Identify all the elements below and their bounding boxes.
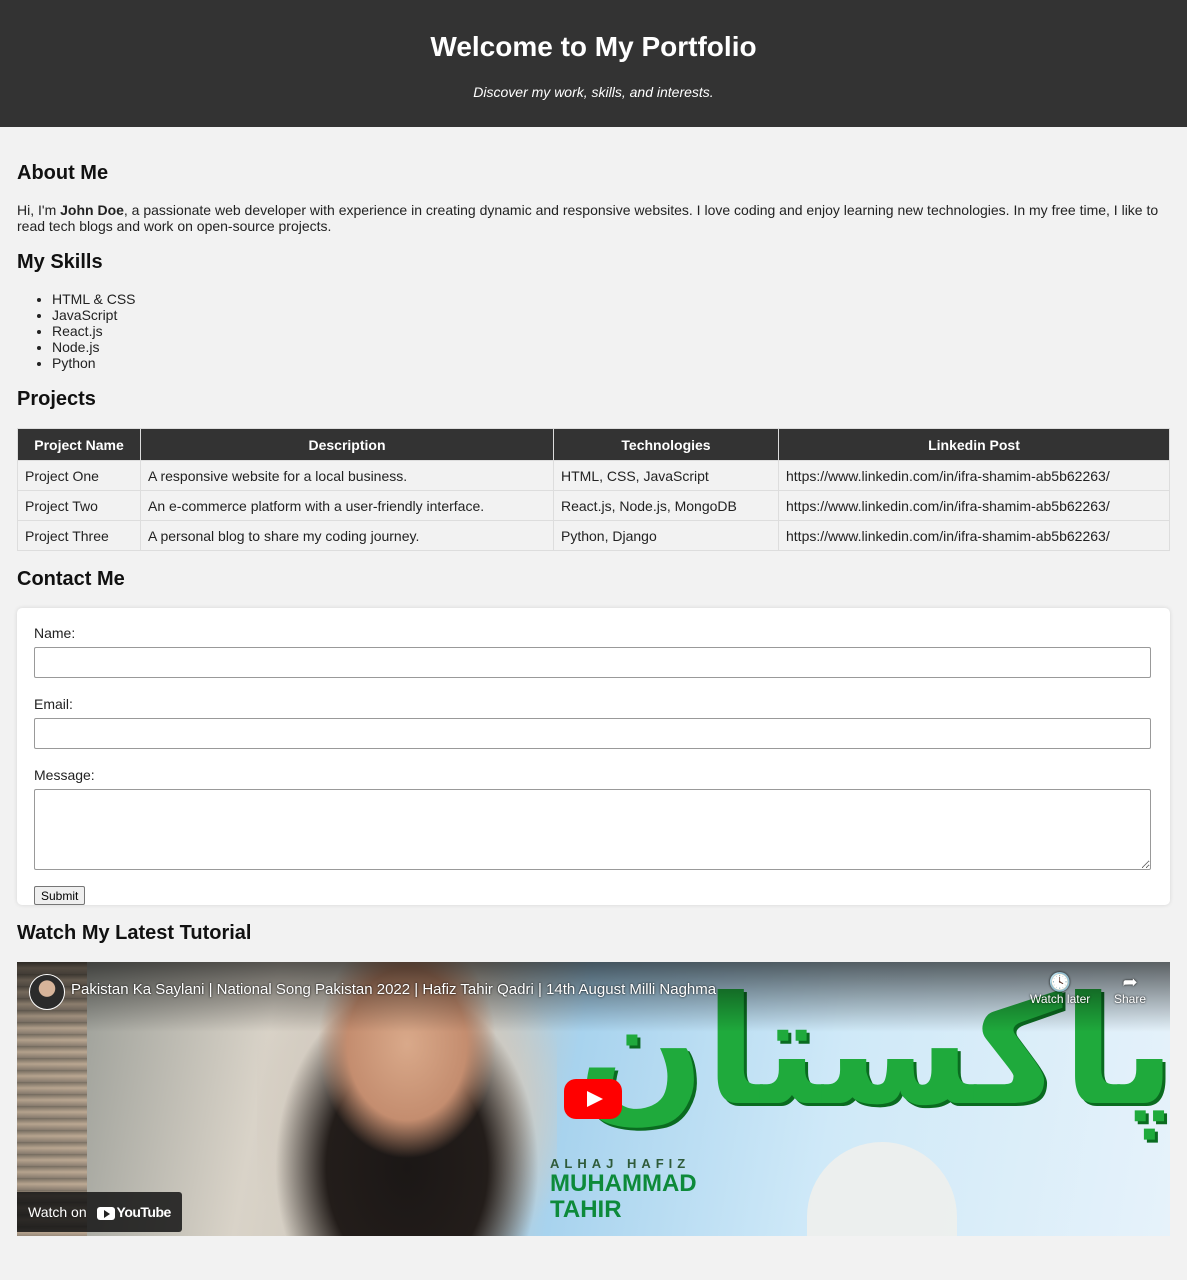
project-linkedin-cell: https://www.linkedin.com/in/ifra-shamim-… — [778, 520, 1170, 551]
play-button[interactable] — [564, 1079, 622, 1119]
name-input[interactable] — [34, 647, 1151, 678]
page-header: Welcome to My Portfolio Discover my work… — [0, 0, 1187, 127]
project-technologies-cell: React.js, Node.js, MongoDB — [553, 490, 779, 521]
page-subtitle: Discover my work, skills, and interests. — [473, 84, 714, 100]
about-heading: About Me — [17, 162, 109, 184]
projects-table: Project Name Description Technologies Li… — [17, 428, 1170, 551]
column-header-linkedin-post: Linkedin Post — [778, 428, 1170, 461]
project-description-cell: A personal blog to share my coding journ… — [140, 520, 554, 551]
skill-item: HTML & CSS — [52, 291, 1170, 307]
skill-item: JavaScript — [52, 307, 1170, 323]
share-label: Share — [1114, 992, 1147, 1006]
email-label: Email: — [34, 696, 73, 712]
skill-item: React.js — [52, 323, 1170, 339]
youtube-wordmark: YouTube — [116, 1204, 172, 1220]
project-technologies-cell: HTML, CSS, JavaScript — [553, 460, 779, 491]
share-arrow-icon: ➦ — [1122, 972, 1138, 992]
project-name-cell: Project One — [17, 460, 141, 491]
watch-later-label: Watch later — [1030, 992, 1091, 1006]
projects-section: Projects Project Name Description Techno… — [17, 388, 1170, 551]
table-row: Project One A responsive website for a l… — [17, 460, 1170, 491]
name-label: Name: — [34, 625, 76, 641]
contact-heading: Contact Me — [17, 568, 125, 590]
contact-section: Contact Me Name: Email: Message: Submit — [17, 568, 1170, 905]
email-input[interactable] — [34, 718, 1151, 749]
channel-avatar[interactable] — [29, 974, 65, 1010]
message-textarea[interactable] — [34, 789, 1151, 870]
project-name-cell: Project Three — [17, 520, 141, 551]
about-name: John Doe — [60, 202, 124, 218]
overlay-name-line1: MUHAMMAD — [550, 1170, 697, 1197]
about-text: Hi, I'm John Doe, a passionate web devel… — [17, 202, 1170, 234]
watch-on-label: Watch on — [28, 1204, 87, 1220]
tutorial-heading: Watch My Latest Tutorial — [17, 922, 252, 944]
message-label: Message: — [34, 767, 95, 783]
skill-item: Node.js — [52, 339, 1170, 355]
column-header-project-name: Project Name — [17, 428, 141, 461]
column-header-technologies: Technologies — [553, 428, 779, 461]
skills-list: HTML & CSS JavaScript React.js Node.js P… — [17, 291, 1170, 371]
skills-heading: My Skills — [17, 251, 103, 273]
about-section: About Me Hi, I'm John Doe, a passionate … — [17, 162, 1170, 234]
youtube-logo-icon — [96, 1206, 115, 1220]
table-row: Project Three A personal blog to share m… — [17, 520, 1170, 551]
video-title[interactable]: Pakistan Ka Saylani | National Song Paki… — [71, 981, 716, 998]
about-text-before: Hi, I'm — [17, 202, 61, 218]
clock-icon: 🕓 — [1048, 972, 1072, 992]
skills-section: My Skills HTML & CSS JavaScript React.js… — [17, 251, 1170, 371]
youtube-video-embed[interactable]: پاکستان Pakistan Ka Saylani | National S… — [17, 962, 1170, 1236]
video-thumbnail-dome — [807, 1142, 957, 1236]
about-text-after: , a passionate web developer with experi… — [17, 202, 1159, 234]
project-linkedin-cell: https://www.linkedin.com/in/ifra-shamim-… — [778, 490, 1170, 521]
share-button[interactable]: ➦ Share — [1114, 972, 1146, 1006]
table-row: Project Two An e-commerce platform with … — [17, 490, 1170, 521]
project-technologies-cell: Python, Django — [553, 520, 779, 551]
page-title: Welcome to My Portfolio — [430, 31, 757, 62]
overlay-name-line2: TAHIR — [550, 1196, 622, 1223]
project-description-cell: A responsive website for a local busines… — [140, 460, 554, 491]
skill-item: Python — [52, 355, 1170, 371]
project-linkedin-cell: https://www.linkedin.com/in/ifra-shamim-… — [778, 460, 1170, 491]
project-description-cell: An e-commerce platform with a user-frien… — [140, 490, 554, 521]
tutorial-section: Watch My Latest Tutorial پاکستان Pakista… — [17, 922, 1170, 1236]
watch-on-youtube-button[interactable]: Watch on YouTube — [17, 1192, 182, 1232]
project-name-cell: Project Two — [17, 490, 141, 521]
overlay-small-text: ALHAJ HAFIZ — [550, 1156, 691, 1171]
table-header-row: Project Name Description Technologies Li… — [17, 428, 1170, 461]
submit-button[interactable]: Submit — [34, 886, 86, 905]
watch-later-button[interactable]: 🕓 Watch later — [1030, 972, 1090, 1006]
column-header-description: Description — [140, 428, 554, 461]
contact-form: Name: Email: Message: Submit — [17, 608, 1170, 905]
video-thumbnail-name-overlay: ALHAJ HAFIZ MUHAMMAD TAHIR — [550, 1156, 697, 1223]
main-content: About Me Hi, I'm John Doe, a passionate … — [0, 162, 1187, 1236]
projects-heading: Projects — [17, 388, 96, 410]
